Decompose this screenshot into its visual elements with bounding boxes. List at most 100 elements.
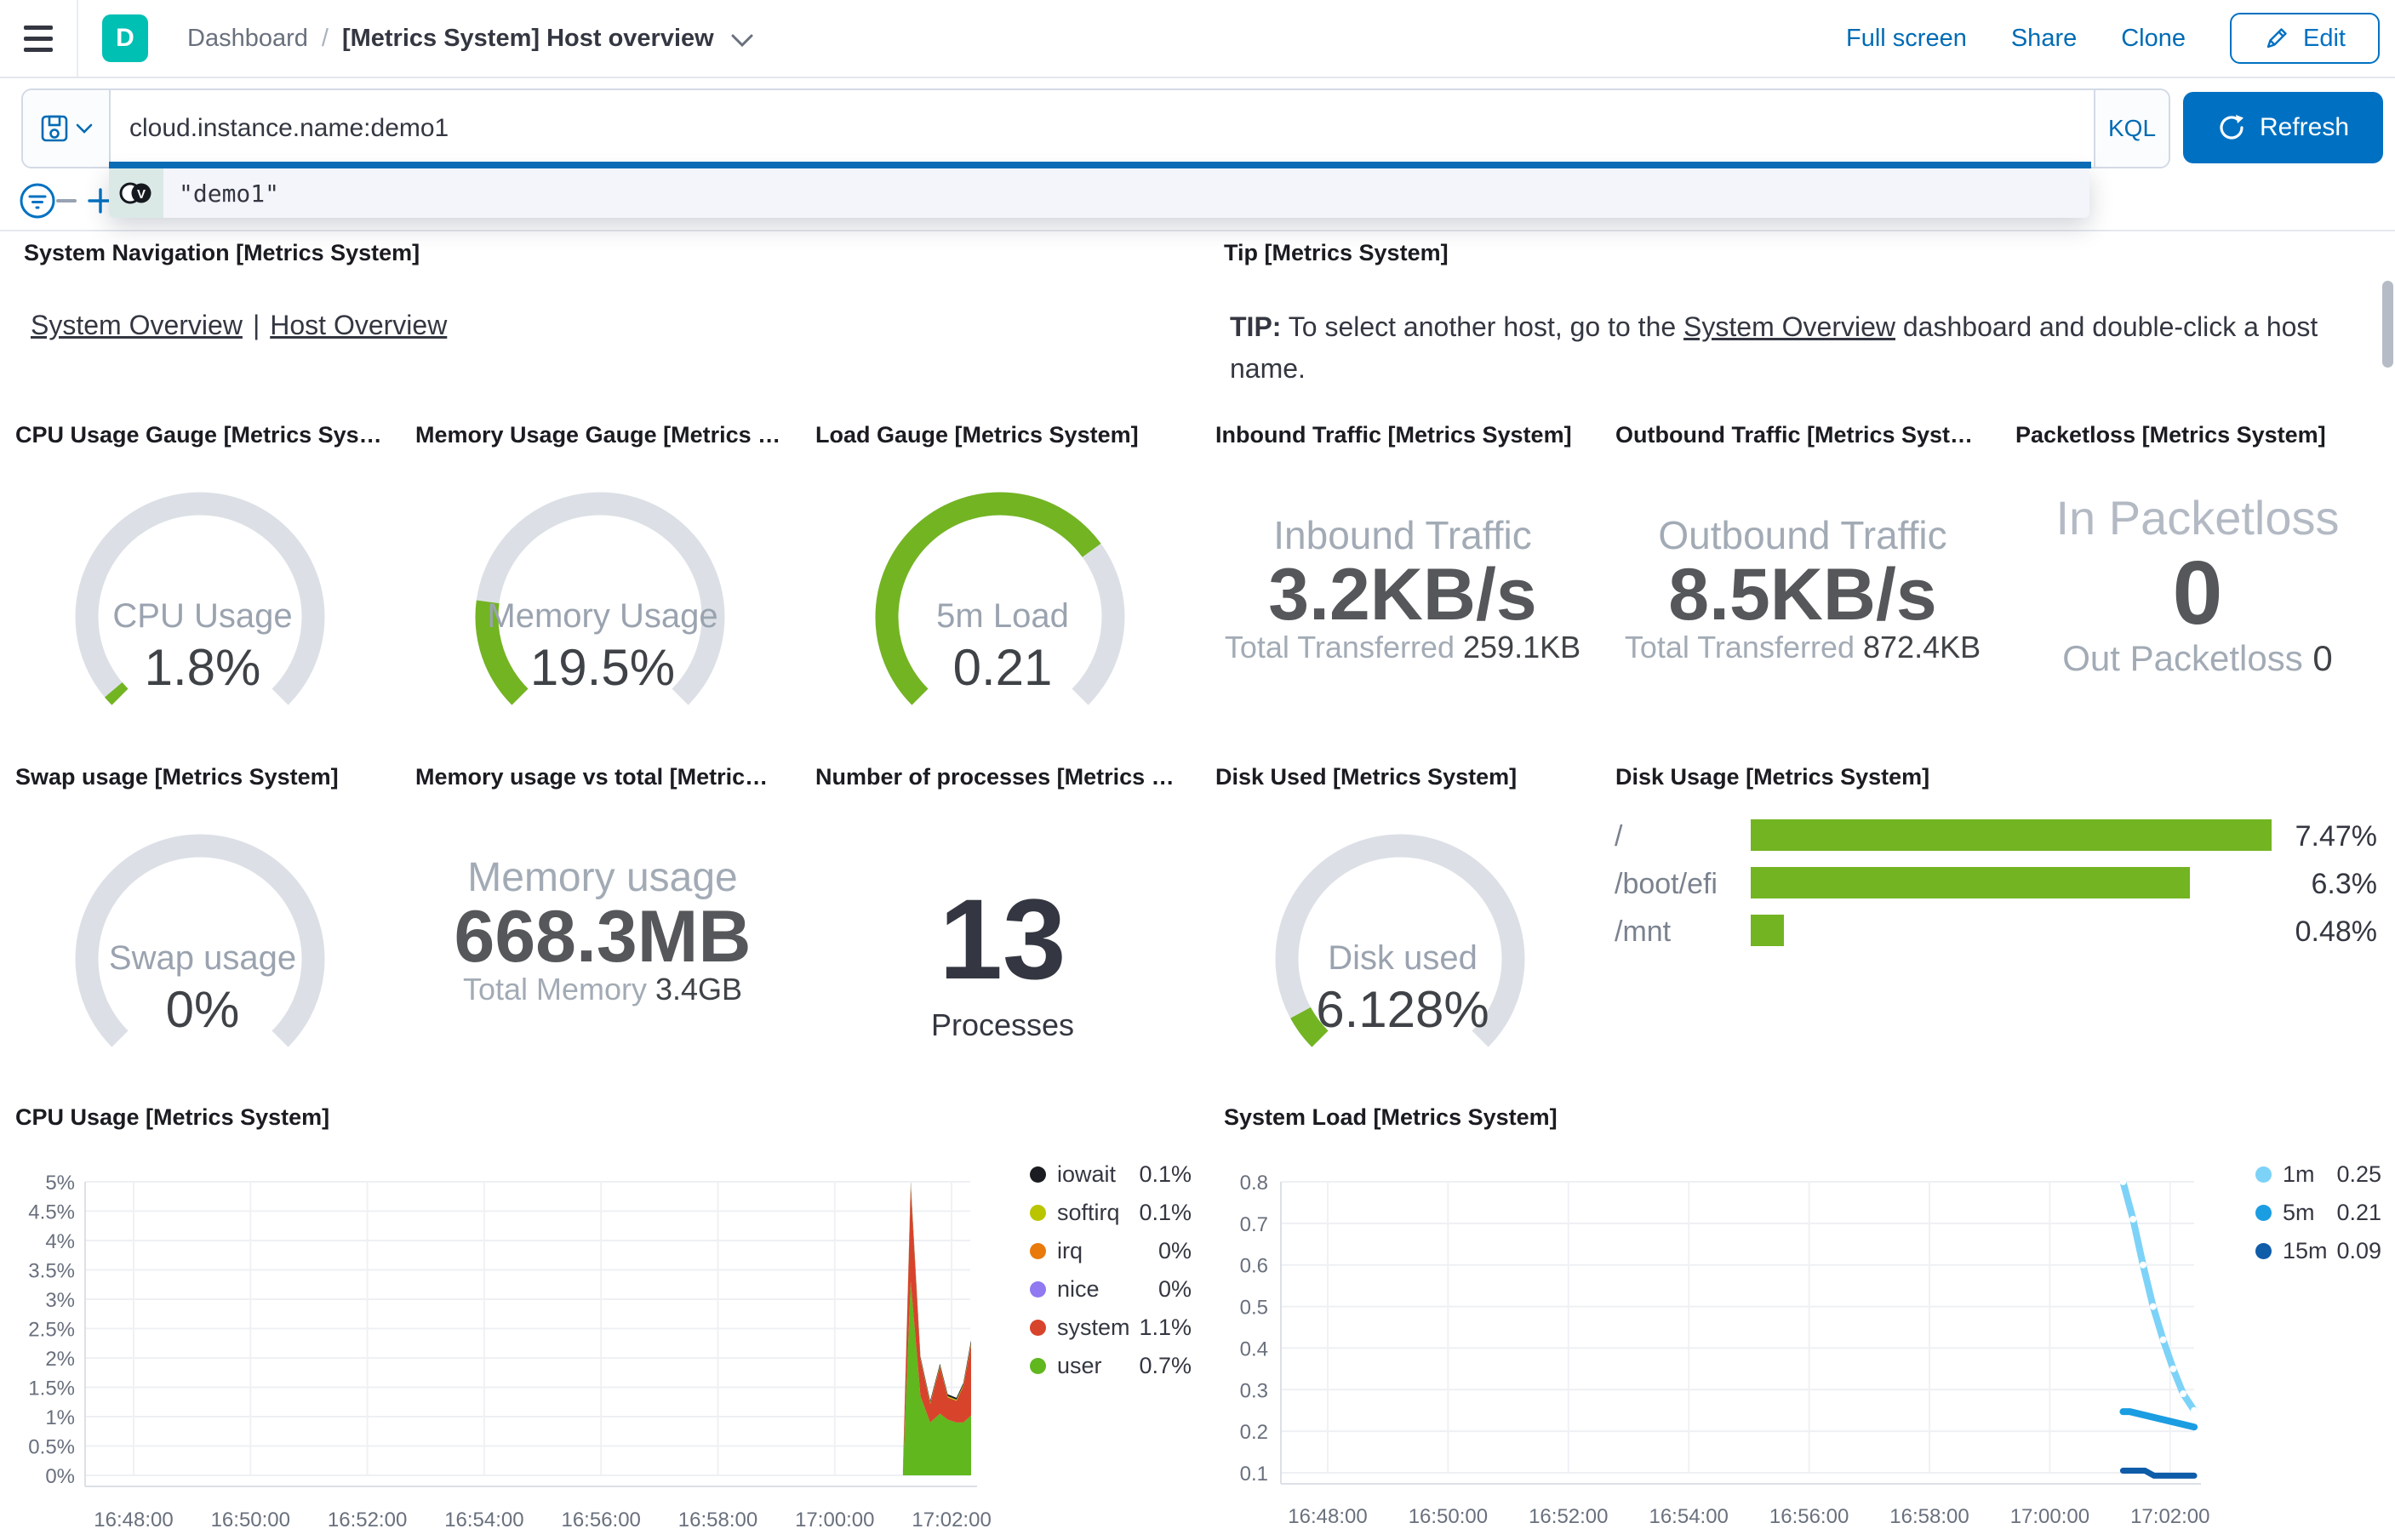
edit-button-label: Edit <box>2303 24 2346 52</box>
legend-item-irq[interactable]: irq 0% <box>1030 1238 1192 1263</box>
legend-item-softirq[interactable]: softirq 0.1% <box>1030 1200 1192 1225</box>
legend-item-nice[interactable]: nice 0% <box>1030 1276 1192 1302</box>
data-point-marker <box>2129 1215 2137 1223</box>
legend-value: 0.25 <box>2336 1161 2381 1187</box>
axis-label: 1.5% <box>28 1377 75 1400</box>
suggestion-text: "demo1" <box>179 179 280 208</box>
metric-subtext: Out Packetloss 0 <box>2007 638 2388 679</box>
axis-label: 4% <box>45 1230 75 1253</box>
kql-language-button[interactable]: KQL <box>2094 90 2169 167</box>
chrome-divider <box>0 230 2395 231</box>
metric-value: 668.3MB <box>454 896 752 978</box>
panel-title: Number of processes [Metrics … <box>815 764 1175 790</box>
vertical-scrollbar[interactable] <box>2382 281 2393 368</box>
hamburger-menu-icon[interactable] <box>0 0 78 77</box>
disk-usage-row: /boot/efi 6.3% <box>1615 859 2377 907</box>
metric-subtext: Total Transferred 259.1KB <box>1207 630 1598 665</box>
panel-title: Disk Usage [Metrics System] <box>1615 764 1930 790</box>
legend-dot-icon <box>2255 1243 2272 1259</box>
axis-label: 17:02:00 <box>2130 1505 2209 1528</box>
disk-usage-row: /mnt 0.48% <box>1615 907 2377 955</box>
gauge-label: Disk used <box>1328 939 1478 977</box>
legend-item-user[interactable]: user 0.7% <box>1030 1353 1192 1378</box>
cpu-chart-legend: iowait 0.1% softirq 0.1% irq 0% nice 0% system 1.… <box>1030 1161 1192 1392</box>
legend-name: 1m <box>2283 1161 2315 1187</box>
panel-title: Outbound Traffic [Metrics Syst… <box>1615 422 1974 448</box>
metric-sub-label: Total Memory <box>462 972 655 1007</box>
legend-value: 0.21 <box>2336 1200 2381 1225</box>
legend-item-15m[interactable]: 15m 0.09 <box>2255 1238 2381 1263</box>
axis-label: 16:52:00 <box>328 1509 407 1531</box>
refresh-button-label: Refresh <box>2259 113 2350 141</box>
data-point-marker <box>2180 1390 2187 1398</box>
metric-subtext: Total Transferred 872.4KB <box>1607 630 1998 665</box>
refresh-icon <box>2220 115 2244 140</box>
legend-value: 1.1% <box>1139 1315 1192 1340</box>
bar-value-label: 7.47% <box>2295 820 2377 853</box>
legend-name: nice <box>1057 1276 1100 1302</box>
legend-dot-icon <box>1030 1358 1046 1374</box>
chevron-down-icon[interactable] <box>731 34 753 48</box>
bar-value-label: 0.48% <box>2295 915 2377 948</box>
axis-label: 0.6 <box>1240 1255 1268 1278</box>
axis-label: 2% <box>45 1348 75 1371</box>
saved-query-menu-button[interactable] <box>23 90 111 167</box>
panel-title: Disk Used [Metrics System] <box>1215 764 1518 790</box>
host-overview-link[interactable]: Host Overview <box>270 310 447 341</box>
query-input[interactable] <box>111 90 2094 167</box>
system-load-chart[interactable]: 0.1 0.2 0.3 0.4 0.5 0.6 0.7 0.8 16:48:00 16:50:00… <box>1215 1101 2388 1535</box>
axis-label: 16:50:00 <box>1409 1505 1488 1528</box>
panel-system-navigation: System Navigation [Metrics System] Syste… <box>15 237 1207 411</box>
legend-item-system[interactable]: system 1.1% <box>1030 1315 1192 1340</box>
bar-value-label: 6.3% <box>2311 868 2378 900</box>
bar-fill <box>1751 867 2190 898</box>
metric-sub-label: Out Packetloss <box>2062 638 2313 678</box>
panel-number-of-processes: Number of processes [Metrics … 13 Proces… <box>807 761 1198 1098</box>
edit-button[interactable]: Edit <box>2230 13 2380 64</box>
metric-value: 8.5KB/s <box>1668 554 1937 636</box>
full-screen-link[interactable]: Full screen <box>1846 25 1967 53</box>
legend-dot-icon <box>1030 1243 1046 1259</box>
data-point-marker <box>2149 1303 2157 1310</box>
system-overview-link[interactable]: System Overview <box>31 310 243 341</box>
filter-icon[interactable] <box>19 182 56 220</box>
legend-name: user <box>1057 1353 1102 1378</box>
link-divider: | <box>252 310 260 340</box>
panel-cpu-usage-chart: CPU Usage [Metrics System] 0% 0.5% 1% 1.5% 2… <box>7 1101 1202 1535</box>
legend-item-5m[interactable]: 5m 0.21 <box>2255 1200 2381 1225</box>
breadcrumb-dashboard-link[interactable]: Dashboard <box>187 25 308 53</box>
panel-tip: Tip [Metrics System] TIP: To select anot… <box>1215 237 2381 411</box>
tip-system-overview-link[interactable]: System Overview <box>1683 311 1895 342</box>
panel-packetloss: Packetloss [Metrics System] In Packetlos… <box>2007 419 2388 756</box>
legend-name: irq <box>1057 1238 1083 1263</box>
axis-label: 0.8 <box>1240 1172 1268 1195</box>
cpu-usage-chart[interactable]: 0% 0.5% 1% 1.5% 2% 2.5% 3% 3.5% 4% 4.5% 5% 16:48:00… <box>7 1101 1202 1535</box>
panel-title: Tip [Metrics System] <box>1224 240 1449 265</box>
clone-link[interactable]: Clone <box>2121 25 2186 53</box>
legend-dot-icon <box>1030 1320 1046 1336</box>
axis-label: 2.5% <box>28 1319 75 1342</box>
panel-title: Inbound Traffic [Metrics System] <box>1215 422 1572 448</box>
data-point-marker <box>2191 1406 2198 1414</box>
panel-system-load-chart: System Load [Metrics System] 0.1 0.2 0.3 0.… <box>1215 1101 2388 1535</box>
pencil-icon <box>2266 28 2287 48</box>
gauge-value: 6.128% <box>1316 981 1489 1038</box>
legend-item-iowait[interactable]: iowait 0.1% <box>1030 1161 1192 1187</box>
legend-dot-icon <box>1030 1205 1046 1221</box>
minus-icon[interactable] <box>56 199 77 202</box>
metric-sub-value: 0 <box>2312 638 2333 678</box>
panel-inbound-traffic: Inbound Traffic [Metrics System] Inbound… <box>1207 419 1598 756</box>
axis-label: 17:02:00 <box>912 1509 991 1531</box>
top-bar: D Dashboard / [Metrics System] Host over… <box>0 0 2395 78</box>
space-avatar[interactable]: D <box>102 14 148 62</box>
share-link[interactable]: Share <box>2011 25 2077 53</box>
refresh-button[interactable]: Refresh <box>2183 92 2383 163</box>
panel-title: Packetloss [Metrics System] <box>2015 422 2326 448</box>
query-suggestion-item[interactable]: V "demo1" <box>109 168 2089 218</box>
data-point-marker <box>2119 1178 2127 1185</box>
breadcrumb: Dashboard / [Metrics System] Host overvi… <box>187 25 753 53</box>
legend-value: 0% <box>1157 1276 1192 1302</box>
legend-item-1m[interactable]: 1m 0.25 <box>2255 1161 2381 1187</box>
axis-label: 17:00:00 <box>2010 1505 2089 1528</box>
axis-label: 16:54:00 <box>444 1509 523 1531</box>
